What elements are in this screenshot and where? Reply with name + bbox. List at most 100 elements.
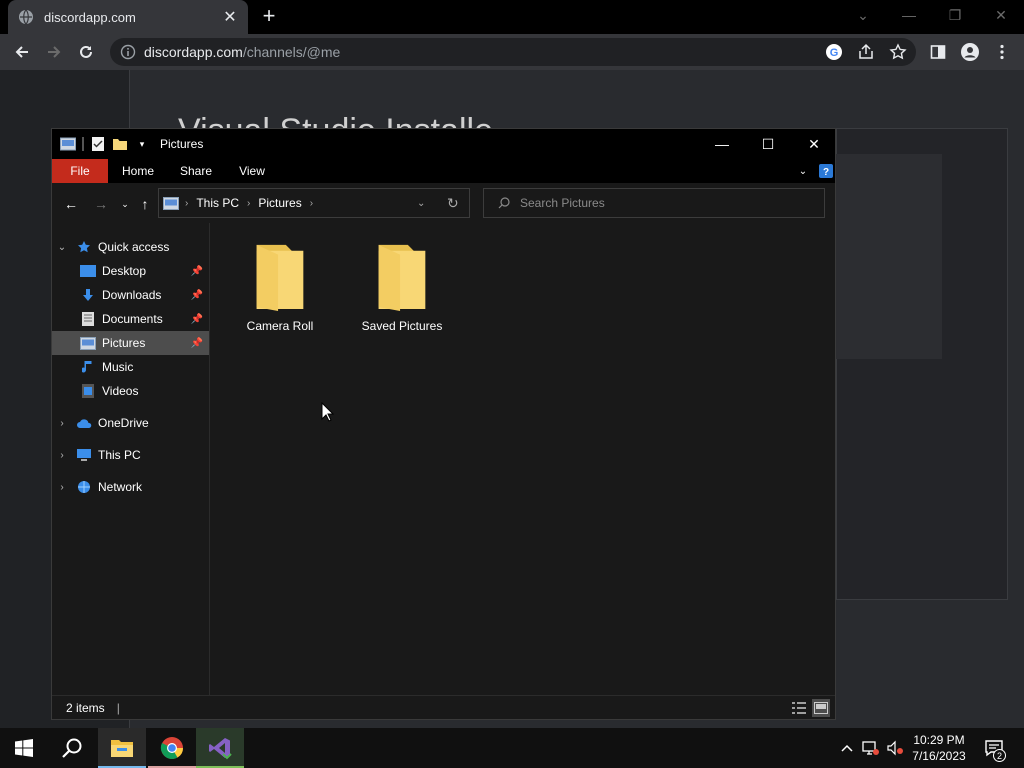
new-tab-button[interactable]: + xyxy=(258,5,280,28)
desktop: discordapp.com ✕ + ⌄ — ❐ ✕ discordapp.co… xyxy=(0,0,1024,768)
tab-home[interactable]: Home xyxy=(110,159,166,183)
tab-search-icon[interactable]: ⌄ xyxy=(840,0,886,30)
address-path-box[interactable]: › This PC › Pictures › ⌄ ↻ xyxy=(158,188,470,218)
close-tab-icon[interactable]: ✕ xyxy=(222,7,238,27)
system-clock[interactable]: 10:29 PM 7/16/2023 xyxy=(906,732,972,764)
new-folder-icon[interactable] xyxy=(112,136,128,152)
browser-tab[interactable]: discordapp.com ✕ xyxy=(8,0,248,34)
side-panel-icon[interactable] xyxy=(928,42,948,62)
profile-avatar-icon[interactable] xyxy=(960,42,980,62)
maximize-explorer-button[interactable]: ☐ xyxy=(745,129,791,159)
documents-icon xyxy=(80,311,96,327)
folder-name: Saved Pictures xyxy=(361,319,443,333)
folder-icon xyxy=(256,244,304,311)
nav-label: OneDrive xyxy=(98,416,149,430)
start-button[interactable] xyxy=(0,728,48,768)
nav-videos[interactable]: Videos xyxy=(52,379,209,403)
help-icon[interactable]: ? xyxy=(818,159,834,183)
pin-icon[interactable]: 📌 xyxy=(191,266,203,277)
chevron-down-icon[interactable]: ⌄ xyxy=(56,242,68,253)
network-tray-icon[interactable] xyxy=(860,728,882,768)
show-hidden-icons-chevron-up-icon[interactable] xyxy=(838,728,856,768)
search-placeholder: Search Pictures xyxy=(520,196,605,210)
file-explorer-taskbar-button[interactable] xyxy=(98,728,146,768)
folder-saved-pictures[interactable]: Saved Pictures xyxy=(350,223,454,333)
nav-quick-access[interactable]: ⌄ Quick access xyxy=(52,235,209,259)
forward-button[interactable] xyxy=(42,40,66,64)
search-pictures-input[interactable]: Search Pictures xyxy=(483,188,825,218)
close-browser-button[interactable]: ✕ xyxy=(978,0,1024,30)
nav-downloads[interactable]: Downloads 📌 xyxy=(52,283,209,307)
nav-music[interactable]: Music xyxy=(52,355,209,379)
chevron-right-icon[interactable]: › xyxy=(56,450,68,461)
share-icon[interactable] xyxy=(856,42,876,62)
search-icon xyxy=(498,197,510,209)
pin-icon[interactable]: 📌 xyxy=(191,314,203,325)
folder-camera-roll[interactable]: Camera Roll xyxy=(228,223,332,333)
nav-label: Desktop xyxy=(102,264,147,278)
address-bar[interactable]: discordapp.com/channels/@me xyxy=(110,38,916,66)
chrome-taskbar-button[interactable] xyxy=(148,728,196,768)
music-note-icon xyxy=(80,359,96,375)
item-count: 2 items xyxy=(66,700,105,715)
volume-muted-icon[interactable] xyxy=(884,728,906,768)
nav-network[interactable]: › Network xyxy=(52,475,209,499)
chrome-icon xyxy=(160,737,183,759)
breadcrumb-separator[interactable]: › xyxy=(185,198,188,209)
explorer-back-icon[interactable]: ← xyxy=(62,195,80,213)
nav-pictures[interactable]: Pictures 📌 xyxy=(52,331,209,355)
tab-view[interactable]: View xyxy=(224,159,280,183)
google-icon[interactable]: G xyxy=(824,42,844,62)
breadcrumb-separator[interactable]: › xyxy=(310,198,313,209)
nav-label: Downloads xyxy=(102,288,162,302)
properties-icon[interactable] xyxy=(90,136,106,152)
site-info-icon[interactable] xyxy=(120,44,136,60)
clock-time: 10:29 PM xyxy=(913,733,965,747)
folder-icon xyxy=(378,244,426,311)
address-toolbar: ← → ⌄ ↑ › This PC › Pictures › ⌄ ↻ Searc… xyxy=(52,183,835,223)
breadcrumb-pictures[interactable]: Pictures xyxy=(258,196,301,210)
expand-ribbon-icon[interactable]: ⌄ xyxy=(792,159,814,183)
pin-icon[interactable]: 📌 xyxy=(191,290,203,301)
restore-browser-button[interactable]: ❐ xyxy=(932,0,978,30)
nav-documents[interactable]: Documents 📌 xyxy=(52,307,209,331)
tab-file[interactable]: File xyxy=(52,159,108,183)
videos-icon xyxy=(80,383,96,399)
nav-this-pc[interactable]: › This PC xyxy=(52,443,209,467)
browser-toolbar: discordapp.com/channels/@me G xyxy=(0,34,1024,70)
notification-center-button[interactable]: 2 xyxy=(980,728,1008,768)
close-explorer-button[interactable]: ✕ xyxy=(791,129,837,159)
windows-logo-icon xyxy=(15,739,33,757)
browser-tab-title: discordapp.com xyxy=(44,9,136,25)
pin-icon[interactable]: 📌 xyxy=(191,338,203,349)
reload-button[interactable] xyxy=(74,40,98,64)
nav-desktop[interactable]: Desktop 📌 xyxy=(52,259,209,283)
qat-divider xyxy=(82,137,84,151)
up-folder-icon[interactable]: ↑ xyxy=(136,195,154,213)
minimize-explorer-button[interactable]: — xyxy=(699,129,745,159)
tab-share[interactable]: Share xyxy=(168,159,224,183)
minimize-browser-button[interactable]: — xyxy=(886,0,932,30)
back-button[interactable] xyxy=(10,40,34,64)
menu-kebab-icon[interactable] xyxy=(992,42,1012,62)
chevron-right-icon[interactable]: › xyxy=(56,418,68,429)
nav-label: Network xyxy=(98,480,143,494)
details-view-icon[interactable] xyxy=(790,699,808,717)
visual-studio-installer-taskbar-button[interactable] xyxy=(196,728,244,768)
large-icons-view-icon[interactable] xyxy=(812,699,830,717)
background-card xyxy=(836,154,942,359)
bookmark-star-icon[interactable] xyxy=(888,42,908,62)
recent-locations-icon[interactable]: ⌄ xyxy=(116,195,134,213)
search-taskbar-button[interactable] xyxy=(48,728,96,768)
breadcrumb-separator[interactable]: › xyxy=(247,198,250,209)
url-host: discordapp.com xyxy=(144,44,243,60)
nav-onedrive[interactable]: › OneDrive xyxy=(52,411,209,435)
refresh-icon[interactable]: ↻ xyxy=(447,195,459,212)
network-icon xyxy=(76,479,92,495)
breadcrumb-this-pc[interactable]: This PC xyxy=(196,196,239,210)
address-history-dropdown-icon[interactable]: ⌄ xyxy=(417,198,425,209)
customize-qat-icon[interactable]: ▾ xyxy=(134,136,150,152)
chevron-right-icon[interactable]: › xyxy=(56,482,68,493)
explorer-forward-icon[interactable]: → xyxy=(92,195,110,213)
notification-badge: 2 xyxy=(993,749,1006,762)
